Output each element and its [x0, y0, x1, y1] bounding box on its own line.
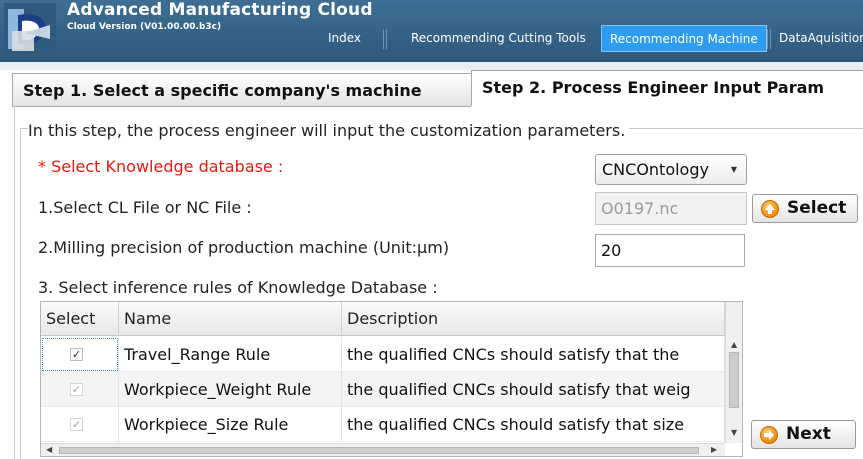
next-button-label: Next: [786, 424, 831, 444]
file-field[interactable]: O0197.nc: [595, 192, 747, 225]
column-description[interactable]: Description: [342, 302, 725, 336]
knowledge-database-label: * Select Knowledge database :: [38, 157, 284, 176]
step-tabs: Step 1. Select a specific company's mach…: [8, 70, 863, 106]
file-label: 1.Select CL File or NC File :: [38, 198, 252, 217]
app-logo-icon: [4, 3, 56, 55]
tab-step-1[interactable]: Step 1. Select a specific company's mach…: [12, 73, 472, 106]
app-title: Advanced Manufacturing Cloud: [67, 0, 373, 20]
table-row[interactable]: ✓ Travel_Range Rule the qualified CNCs s…: [41, 337, 725, 372]
rule-description: the qualified CNCs should satisfy that w…: [342, 372, 725, 407]
nav-recommending-machine[interactable]: Recommending Machine: [601, 25, 767, 52]
vertical-scrollbar[interactable]: ▲ ▼: [725, 302, 742, 443]
rule-description: the qualified CNCs should satisfy that s…: [342, 407, 725, 442]
rule-name: Workpiece_Weight Rule: [119, 372, 342, 407]
rule-name: Workpiece_Size Rule: [119, 407, 342, 442]
header-strip: [0, 62, 863, 70]
scroll-left-icon[interactable]: ◀: [46, 445, 52, 454]
arrow-up-icon: [761, 200, 779, 218]
chevron-down-icon: ▼: [730, 165, 737, 174]
grid-header: Select Name Description: [41, 302, 725, 336]
table-row[interactable]: ✓ Workpiece_Weight Rule the qualified CN…: [41, 372, 725, 407]
column-name[interactable]: Name: [119, 302, 342, 336]
rules-label: 3. Select inference rules of Knowledge D…: [38, 278, 438, 297]
horizontal-scroll-thumb[interactable]: [59, 447, 699, 454]
nav-data-acquisition[interactable]: DataAquisition: [771, 25, 863, 52]
next-button[interactable]: Next: [751, 420, 856, 449]
app-version: Cloud Version (V01.00.00.b3c): [67, 22, 222, 32]
checkbox-checked-icon[interactable]: ✓: [70, 383, 83, 396]
knowledge-database-value: CNCOntology: [602, 160, 709, 179]
select-cell[interactable]: ✓: [41, 372, 119, 407]
column-select[interactable]: Select: [41, 302, 119, 336]
select-cell[interactable]: ✓: [41, 407, 119, 442]
table-row[interactable]: ✓ Workpiece_Size Rule the qualified CNCs…: [41, 407, 725, 442]
intro-text: In this step, the process engineer will …: [28, 121, 630, 140]
scroll-down-icon[interactable]: ▼: [731, 428, 737, 437]
select-button-label: Select: [787, 198, 847, 218]
nav-index[interactable]: Index: [320, 25, 369, 52]
select-file-button[interactable]: Select: [752, 194, 858, 223]
select-cell[interactable]: ✓: [41, 337, 119, 372]
app-header: Advanced Manufacturing Cloud Cloud Versi…: [0, 0, 863, 62]
tab-step-2[interactable]: Step 2. Process Engineer Input Param: [471, 70, 863, 106]
nav-recommending-cutting-tools[interactable]: Recommending Cutting Tools: [403, 25, 594, 52]
nav-separator: [383, 29, 387, 49]
horizontal-scrollbar[interactable]: ◀ ▶: [41, 443, 725, 456]
precision-field[interactable]: 20: [595, 234, 745, 267]
scroll-right-icon[interactable]: ▶: [711, 445, 717, 454]
inference-rules-grid: Select Name Description ✓ Travel_Range R…: [40, 301, 743, 457]
checkbox-checked-icon[interactable]: ✓: [70, 418, 83, 431]
vertical-scroll-thumb[interactable]: [729, 352, 739, 408]
scroll-up-icon[interactable]: ▲: [731, 340, 737, 349]
precision-label: 2.Milling precision of production machin…: [38, 238, 450, 257]
checkbox-checked-icon[interactable]: ✓: [70, 348, 83, 361]
knowledge-database-select[interactable]: CNCOntology ▼: [595, 154, 747, 185]
arrow-right-icon: [760, 426, 778, 444]
rule-description: the qualified CNCs should satisfy that t…: [342, 337, 725, 372]
rule-name: Travel_Range Rule: [119, 337, 342, 372]
